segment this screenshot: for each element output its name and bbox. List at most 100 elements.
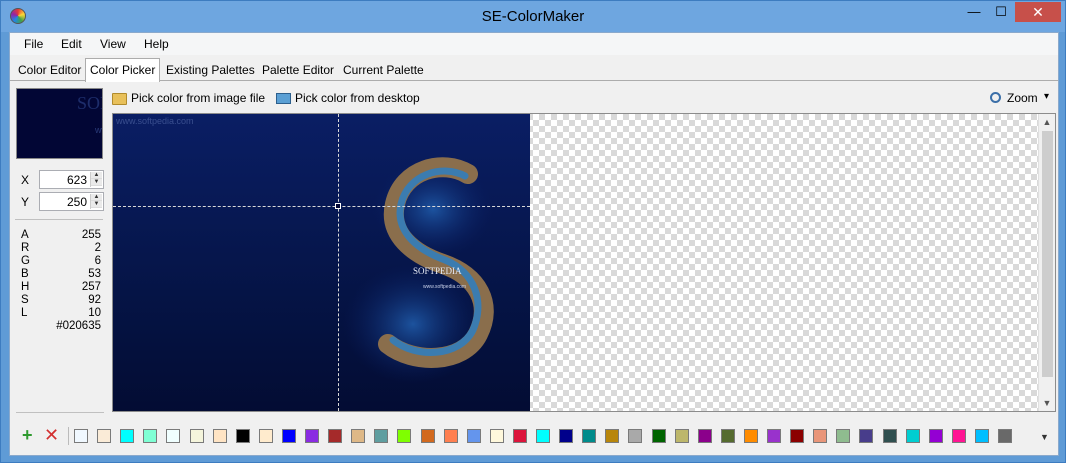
maximize-button[interactable]: ☐ bbox=[988, 2, 1014, 22]
color-value-row: A 255 bbox=[21, 229, 101, 242]
palette-swatch[interactable] bbox=[628, 429, 643, 443]
tab-existing-palettes[interactable]: Existing Palettes bbox=[162, 62, 259, 81]
palette-separator bbox=[16, 412, 104, 413]
scroll-up-arrow-icon[interactable]: ▲ bbox=[1039, 114, 1055, 130]
y-value[interactable]: 250 bbox=[67, 195, 87, 209]
title-bar[interactable]: SE-ColorMaker — ☐ ✕ bbox=[1, 1, 1065, 32]
palette-swatch[interactable] bbox=[281, 429, 296, 443]
image-softpedia-url: www.softpedia.com bbox=[423, 284, 466, 290]
pick-from-image-button[interactable]: Pick color from image file bbox=[112, 90, 272, 108]
palette-swatch[interactable] bbox=[512, 429, 527, 443]
zoom-label: Zoom bbox=[1007, 91, 1038, 105]
palette-swatch[interactable] bbox=[466, 429, 481, 443]
palette-swatch[interactable] bbox=[397, 429, 412, 443]
delete-color-icon[interactable]: ✕ bbox=[44, 426, 59, 444]
x-label: X bbox=[21, 173, 30, 187]
tab-color-editor[interactable]: Color Editor bbox=[14, 62, 85, 81]
palette-swatch[interactable] bbox=[674, 429, 689, 443]
tab-strip: Color Editor Color Picker Existing Palet… bbox=[10, 57, 1058, 82]
island-photo: SOFTPEDIA www.softpedia.com bbox=[343, 157, 494, 384]
picker-toolbar: Pick color from image file Pick color fr… bbox=[110, 88, 1055, 110]
close-button[interactable]: ✕ bbox=[1015, 2, 1061, 22]
monitor-icon bbox=[276, 93, 291, 104]
minimize-button[interactable]: — bbox=[961, 2, 987, 22]
preview-watermark: SOFT bbox=[77, 93, 102, 113]
tab-color-picker[interactable]: Color Picker bbox=[85, 58, 161, 82]
scroll-down-arrow-icon[interactable]: ▼ bbox=[1039, 395, 1055, 411]
palette-swatch[interactable] bbox=[97, 429, 112, 443]
palette-swatch[interactable] bbox=[120, 429, 135, 443]
color-value-key: G bbox=[21, 255, 30, 267]
menu-help[interactable]: Help bbox=[144, 37, 169, 51]
palette-swatch[interactable] bbox=[582, 429, 597, 443]
color-value-key: B bbox=[21, 268, 29, 280]
palette-swatch[interactable] bbox=[536, 429, 550, 443]
palette-swatch[interactable] bbox=[328, 429, 343, 443]
chevron-down-icon: ▾ bbox=[1044, 91, 1050, 102]
palette-swatch[interactable] bbox=[420, 429, 435, 443]
palette-swatch[interactable] bbox=[166, 429, 181, 443]
color-value: #020635 bbox=[56, 320, 101, 332]
color-value: 6 bbox=[94, 255, 101, 267]
palette-swatch[interactable] bbox=[998, 429, 1012, 443]
palette-swatch[interactable] bbox=[928, 429, 943, 443]
menu-file[interactable]: File bbox=[24, 37, 43, 51]
menu-edit[interactable]: Edit bbox=[61, 37, 82, 51]
color-value-key: A bbox=[21, 229, 29, 241]
color-value-row: R2 bbox=[21, 242, 101, 255]
y-spinner[interactable]: 250 ▲ ▼ bbox=[39, 192, 104, 211]
palette-swatch[interactable] bbox=[212, 429, 227, 443]
y-spinner-arrows[interactable]: ▲ ▼ bbox=[90, 194, 102, 209]
preview-watermark-url: www.softpedia.com bbox=[95, 125, 102, 135]
palette-swatch[interactable] bbox=[351, 429, 366, 443]
x-spinner[interactable]: 623 ▲ ▼ bbox=[39, 170, 104, 189]
x-value[interactable]: 623 bbox=[67, 173, 87, 187]
palette-swatch[interactable] bbox=[720, 429, 735, 443]
scroll-thumb[interactable] bbox=[1042, 131, 1053, 377]
zoom-button[interactable]: Zoom ▾ bbox=[990, 90, 1054, 108]
palette-swatch[interactable] bbox=[905, 429, 920, 443]
palette-swatch[interactable] bbox=[697, 429, 712, 443]
x-spinner-arrows[interactable]: ▲ ▼ bbox=[90, 172, 102, 187]
palette-swatch[interactable] bbox=[189, 429, 204, 443]
palette-swatch[interactable] bbox=[743, 429, 758, 443]
palette-swatch[interactable] bbox=[143, 429, 158, 443]
add-color-icon[interactable]: + bbox=[22, 426, 33, 444]
menu-view[interactable]: View bbox=[100, 37, 126, 51]
palette-divider bbox=[68, 427, 69, 445]
palette-swatch[interactable] bbox=[235, 429, 250, 443]
loaded-image[interactable]: www.softpedia.com SOFTPEDIA www.softpedi… bbox=[113, 114, 530, 411]
color-value-key: L bbox=[21, 307, 28, 319]
magnifier-icon bbox=[990, 92, 1001, 103]
palette-swatch[interactable] bbox=[489, 429, 504, 443]
palette-swatch[interactable] bbox=[974, 429, 989, 443]
palette-swatch[interactable] bbox=[813, 429, 828, 443]
color-value: 257 bbox=[81, 281, 101, 293]
vertical-scrollbar[interactable]: ▲ ▼ bbox=[1038, 114, 1055, 411]
tab-current-palette[interactable]: Current Palette bbox=[339, 62, 428, 81]
palette-swatch[interactable] bbox=[374, 429, 389, 443]
color-value: 92 bbox=[88, 294, 101, 306]
palette-swatch[interactable] bbox=[859, 429, 874, 443]
palette-swatch[interactable] bbox=[74, 429, 88, 443]
palette-swatch[interactable] bbox=[605, 429, 620, 443]
crosshair-center[interactable] bbox=[335, 203, 341, 209]
palette-swatch[interactable] bbox=[767, 429, 781, 443]
palette-swatch[interactable] bbox=[951, 429, 966, 443]
color-value: 2 bbox=[94, 242, 101, 254]
palette-swatch[interactable] bbox=[651, 429, 666, 443]
palette-swatch[interactable] bbox=[305, 429, 319, 443]
palette-swatch[interactable] bbox=[790, 429, 805, 443]
palette-swatch[interactable] bbox=[836, 429, 851, 443]
tab-palette-editor[interactable]: Palette Editor bbox=[258, 62, 338, 81]
palette-swatch[interactable] bbox=[258, 429, 273, 443]
palette-bar: + ✕ ▼ bbox=[10, 425, 1058, 449]
palette-swatch[interactable] bbox=[559, 429, 574, 443]
color-value-key: H bbox=[21, 281, 30, 293]
image-viewport[interactable]: www.softpedia.com SOFTPEDIA www.softpedi… bbox=[112, 113, 1056, 412]
palette-swatch[interactable] bbox=[443, 429, 458, 443]
y-label: Y bbox=[21, 195, 30, 209]
palette-dropdown-icon[interactable]: ▼ bbox=[1040, 432, 1049, 442]
palette-swatch[interactable] bbox=[882, 429, 897, 443]
pick-from-desktop-button[interactable]: Pick color from desktop bbox=[276, 90, 426, 108]
